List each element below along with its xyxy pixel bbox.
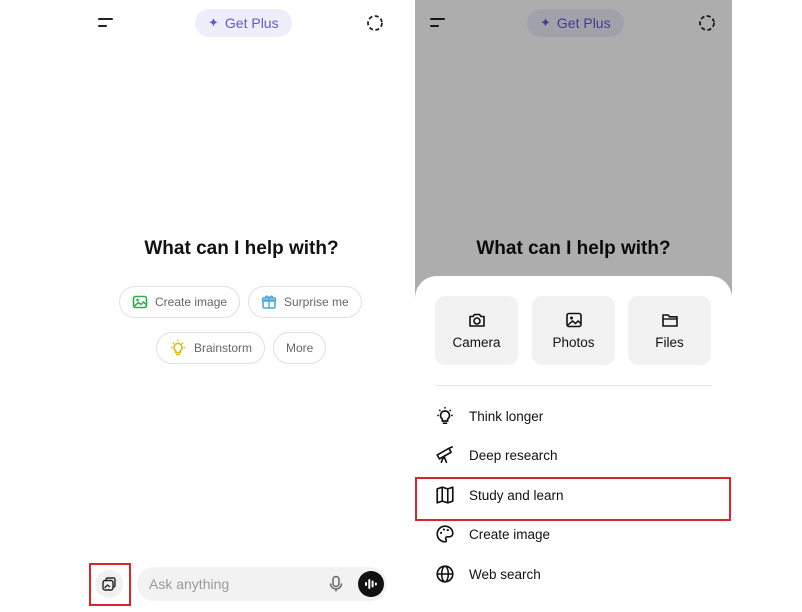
- files-tile[interactable]: Files: [628, 296, 711, 365]
- home-screen: ✦ Get Plus What can I help with? Create …: [83, 0, 400, 612]
- voice-mode-button[interactable]: [358, 571, 384, 597]
- chip-label: Surprise me: [284, 295, 349, 309]
- chip-label: More: [286, 341, 314, 355]
- chip-label: Create image: [155, 295, 228, 309]
- photos-icon: [565, 312, 582, 328]
- think-longer-option[interactable]: Think longer: [435, 401, 715, 431]
- lightbulb-icon: [437, 406, 453, 424]
- more-chip[interactable]: More: [273, 332, 327, 364]
- camera-tile[interactable]: Camera: [435, 296, 518, 365]
- tile-label: Files: [655, 335, 684, 350]
- study-and-learn-highlight: [415, 477, 731, 521]
- option-label: Web search: [469, 566, 541, 582]
- composer-bar[interactable]: Ask anything: [137, 567, 387, 601]
- temporary-chat-icon[interactable]: [366, 14, 384, 32]
- top-bar: ✦ Get Plus: [83, 0, 400, 46]
- waveform-icon: [365, 579, 377, 589]
- surprise-me-chip[interactable]: Surprise me: [248, 286, 362, 318]
- microphone-icon[interactable]: [327, 575, 345, 593]
- deep-research-option[interactable]: Deep research: [435, 440, 715, 470]
- menu-icon[interactable]: [97, 14, 115, 32]
- image-icon: [132, 295, 148, 309]
- option-label: Think longer: [469, 408, 544, 424]
- tile-label: Camera: [452, 335, 501, 350]
- telescope-icon: [436, 445, 454, 464]
- option-label: Create image: [469, 526, 551, 542]
- get-plus-label: Get Plus: [224, 15, 279, 31]
- photos-tile[interactable]: Photos: [532, 296, 615, 365]
- gift-icon: [261, 295, 277, 309]
- folder-icon: [661, 314, 678, 327]
- sparkle-icon: ✦: [208, 15, 219, 30]
- get-plus-button[interactable]: ✦ Get Plus: [195, 9, 292, 37]
- globe-icon: [436, 565, 454, 583]
- camera-icon: [468, 313, 485, 327]
- create-image-chip[interactable]: Create image: [119, 286, 241, 318]
- create-image-option[interactable]: Create image: [435, 519, 715, 549]
- divider: [435, 385, 712, 386]
- chip-label: Brainstorm: [194, 341, 253, 355]
- option-label: Deep research: [469, 447, 558, 463]
- attachment-sheet-screen: ✦ Get Plus What can I help with? Camera …: [415, 0, 732, 612]
- message-input[interactable]: Ask anything: [149, 576, 229, 592]
- lightbulb-icon: [171, 339, 185, 356]
- brainstorm-chip[interactable]: Brainstorm: [156, 332, 266, 364]
- web-search-option[interactable]: Web search: [435, 559, 715, 589]
- palette-icon: [436, 525, 454, 543]
- tile-label: Photos: [552, 335, 595, 350]
- attachment-sheet: Camera Photos Files Think longer Deep re…: [415, 276, 732, 612]
- page-title: What can I help with?: [144, 238, 339, 259]
- attach-button-highlight: [89, 563, 131, 606]
